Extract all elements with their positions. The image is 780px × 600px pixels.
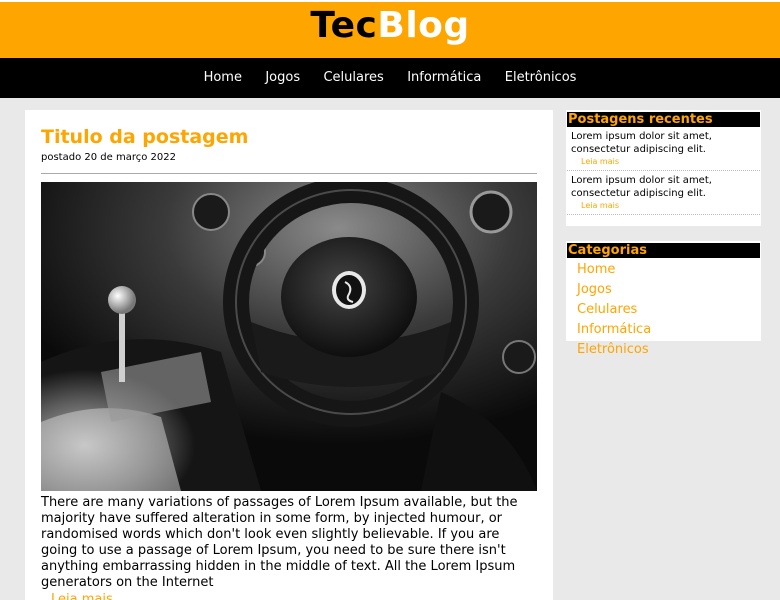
categories-title: Categorias <box>567 243 760 258</box>
post-image <box>41 182 537 491</box>
nav-item-jogos[interactable]: Jogos <box>254 69 312 86</box>
nav-item-celulares[interactable]: Celulares <box>312 69 396 86</box>
logo-part-blog: Blog <box>377 5 470 46</box>
post-read-more-link[interactable]: Leia mais <box>51 592 537 600</box>
site-header: TecBlog <box>0 2 780 58</box>
category-link-eletronicos[interactable]: Eletrônicos <box>577 342 649 357</box>
category-link-home[interactable]: Home <box>577 262 615 277</box>
recent-posts-widget: Postagens recentes Lorem ipsum dolor sit… <box>566 110 761 226</box>
recent-post-item: Lorem ipsum dolor sit amet, consectetur … <box>567 171 760 215</box>
categories-widget: Categorias Home Jogos Celulares Informát… <box>566 241 761 357</box>
nav-item-home[interactable]: Home <box>192 69 254 86</box>
post-date: postado 20 de março 2022 <box>41 152 176 163</box>
logo-part-tec: Tec <box>310 5 378 46</box>
nav-item-informatica[interactable]: Informática <box>396 69 494 86</box>
post-excerpt: There are many variations of passages of… <box>41 495 518 590</box>
category-link-informatica[interactable]: Informática <box>577 322 651 337</box>
recent-post-text: Lorem ipsum dolor sit amet, consectetur … <box>571 131 712 155</box>
nav-item-eletronicos[interactable]: Eletrônicos <box>493 69 588 86</box>
post-divider <box>41 173 537 174</box>
recent-post-item: Lorem ipsum dolor sit amet, consectetur … <box>567 127 760 171</box>
recent-post-read-more[interactable]: Leia mais <box>581 200 756 212</box>
recent-post-text: Lorem ipsum dolor sit amet, consectetur … <box>571 175 712 199</box>
category-link-celulares[interactable]: Celulares <box>577 302 637 317</box>
main-nav: Home Jogos Celulares Informática Eletrôn… <box>0 58 780 98</box>
post-card: Titulo da postagem postado 20 de março 2… <box>25 110 553 600</box>
post-title[interactable]: Titulo da postagem <box>41 126 537 148</box>
recent-post-read-more[interactable]: Leia mais <box>581 156 756 168</box>
category-link-jogos[interactable]: Jogos <box>577 282 612 297</box>
site-logo[interactable]: TecBlog <box>310 5 469 47</box>
recent-posts-title: Postagens recentes <box>567 112 760 127</box>
